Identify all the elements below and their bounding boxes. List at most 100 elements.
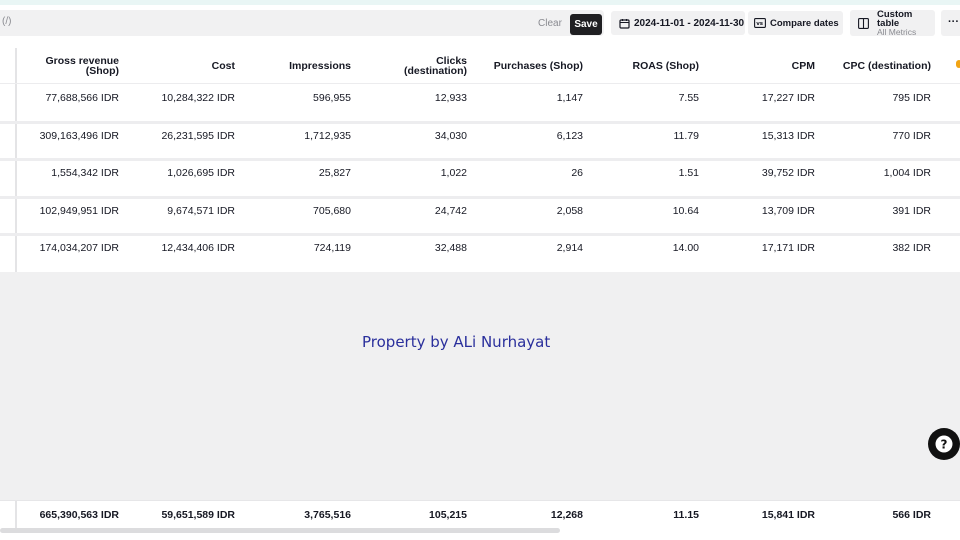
table-cell: 174,034,207 IDR — [39, 242, 119, 254]
svg-text:vs: vs — [756, 21, 764, 27]
header-cost[interactable]: Cost — [119, 60, 235, 72]
table-header: Gross revenue (Shop) Cost Impressions Cl… — [0, 50, 960, 84]
table-cell: 7.55 — [678, 92, 699, 104]
total-cell: 105,215 — [429, 509, 467, 521]
header-clicks[interactable]: Clicks (destination) — [351, 56, 467, 77]
table-cell: 26,231,595 IDR — [161, 130, 235, 142]
table-row[interactable]: 309,163,496 IDR 26,231,595 IDR 1,712,935 34… — [0, 126, 960, 160]
toolbar: (/) Clear Save 2024-11-01 - 2024-11-30 v… — [0, 8, 960, 38]
status-indicator — [956, 60, 960, 68]
total-cell: 59,651,589 IDR — [161, 509, 235, 521]
table-row[interactable]: 102,949,951 IDR 9,674,571 IDR 705,680 24,74… — [0, 201, 960, 235]
table-cell: 382 IDR — [892, 242, 931, 254]
table-cell: 13,709 IDR — [761, 205, 815, 217]
watermark: Property by ALi Nurhayat — [362, 333, 551, 351]
table-cell: 2,914 — [556, 242, 583, 254]
table-cell: 11.79 — [673, 130, 700, 142]
table-cell: 309,163,496 IDR — [39, 130, 119, 142]
header-purchases[interactable]: Purchases (Shop) — [467, 60, 583, 72]
header-label-line1: Cost — [211, 60, 235, 72]
table-cell: 1,004 IDR — [883, 167, 931, 179]
compare-icon: vs — [754, 18, 766, 28]
save-button[interactable]: Save — [570, 14, 602, 35]
table-cell: 32,488 — [434, 242, 467, 254]
header-cpm[interactable]: CPM — [699, 60, 815, 72]
table-row[interactable]: 77,688,566 IDR 10,284,322 IDR 596,955 12,93… — [0, 88, 960, 122]
table-cell: 17,171 IDR — [761, 242, 815, 254]
horizontal-scrollbar[interactable] — [0, 528, 560, 533]
date-range-button[interactable]: 2024-11-01 - 2024-11-30 — [611, 11, 745, 35]
header-label-line1: Impressions — [289, 60, 351, 72]
more-options-button[interactable]: ··· — [941, 10, 960, 36]
table-cell: 26 — [571, 167, 583, 179]
row-divider — [0, 158, 960, 161]
table-cell: 77,688,566 IDR — [45, 92, 119, 104]
total-cell: 12,268 — [550, 509, 583, 521]
header-label-line2: (Shop) — [85, 65, 119, 77]
table-cell: 1,026,695 IDR — [167, 167, 235, 179]
header-impressions[interactable]: Impressions — [235, 60, 351, 72]
table-cell: 770 IDR — [892, 130, 931, 142]
table-cell: 1,554,342 IDR — [51, 167, 119, 179]
filter-text: (/) — [2, 16, 12, 27]
totals-row: 665,390,563 IDR 59,651,589 IDR 3,765,516 10… — [0, 500, 960, 526]
compare-dates-label: Compare dates — [770, 17, 839, 29]
table-cell: 39,752 IDR — [761, 167, 815, 179]
table-cell: 24,742 — [434, 205, 467, 217]
table-cell: 10,284,322 IDR — [161, 92, 235, 104]
table-cell: 15,313 IDR — [761, 130, 815, 142]
svg-text:?: ? — [941, 438, 948, 452]
table-cell: 102,949,951 IDR — [39, 205, 119, 217]
row-divider — [0, 121, 960, 124]
header-roas[interactable]: ROAS (Shop) — [583, 60, 700, 72]
table-cell: 6,123 — [556, 130, 583, 142]
top-strip — [0, 0, 960, 5]
header-label-line2: (destination) — [404, 65, 467, 77]
table-cell: 9,674,571 IDR — [167, 205, 235, 217]
header-cpc[interactable]: CPC (destination) — [815, 60, 931, 72]
table-cell: 12,933 — [434, 92, 467, 104]
table-cell: 391 IDR — [892, 205, 931, 217]
custom-table-subtitle: All Metrics — [877, 26, 917, 37]
compare-dates-button[interactable]: vs Compare dates — [748, 11, 843, 35]
table-cell: 795 IDR — [892, 92, 931, 104]
filter-bar[interactable]: (/) Clear Save — [0, 10, 604, 36]
table-cell: 34,030 — [434, 130, 467, 142]
table-cell: 12,434,406 IDR — [161, 242, 235, 254]
table-cell: 10.64 — [672, 205, 699, 217]
header-label-line1: Purchases (Shop) — [493, 60, 583, 72]
help-button[interactable]: ? — [928, 428, 960, 460]
row-divider — [0, 196, 960, 199]
table-cell: 1,712,935 — [304, 130, 351, 142]
table-cell: 1,147 — [556, 92, 583, 104]
table-row[interactable]: 1,554,342 IDR 1,026,695 IDR 25,827 1,022 26 1… — [0, 163, 960, 197]
table-row[interactable]: 174,034,207 IDR 12,434,406 IDR 724,119 32,4… — [0, 238, 960, 272]
clear-button[interactable]: Clear — [532, 14, 568, 34]
table-cell: 1,022 — [440, 167, 467, 179]
header-gross-revenue[interactable]: Gross revenue (Shop) — [3, 56, 119, 77]
header-label-line1: CPC (destination) — [842, 60, 931, 72]
calendar-icon — [619, 18, 630, 29]
help-icon: ? — [928, 435, 960, 464]
empty-table-area — [0, 272, 960, 500]
date-range-label: 2024-11-01 - 2024-11-30 — [634, 17, 745, 29]
table-cell: 1.51 — [678, 167, 699, 179]
columns-icon — [858, 17, 869, 29]
custom-table-title: Custom table — [877, 8, 913, 29]
table-cell: 705,680 — [313, 205, 351, 217]
total-cell: 15,841 IDR — [761, 509, 815, 521]
total-cell: 665,390,563 IDR — [39, 509, 119, 521]
custom-table-button[interactable]: Custom table All Metrics — [850, 8, 935, 37]
table-cell: 25,827 — [318, 167, 351, 179]
total-cell: 3,765,516 — [304, 509, 351, 521]
total-cell: 566 IDR — [892, 509, 931, 521]
table-cell: 14.00 — [672, 242, 699, 254]
table-cell: 596,955 — [313, 92, 351, 104]
table-cell: 2,058 — [556, 205, 583, 217]
total-cell: 11.15 — [673, 509, 699, 521]
header-label-line1: CPM — [791, 60, 815, 72]
table-cell: 17,227 IDR — [761, 92, 815, 104]
table-cell: 724,119 — [313, 242, 351, 254]
header-label-line1: ROAS (Shop) — [632, 60, 700, 72]
row-divider — [0, 233, 960, 236]
